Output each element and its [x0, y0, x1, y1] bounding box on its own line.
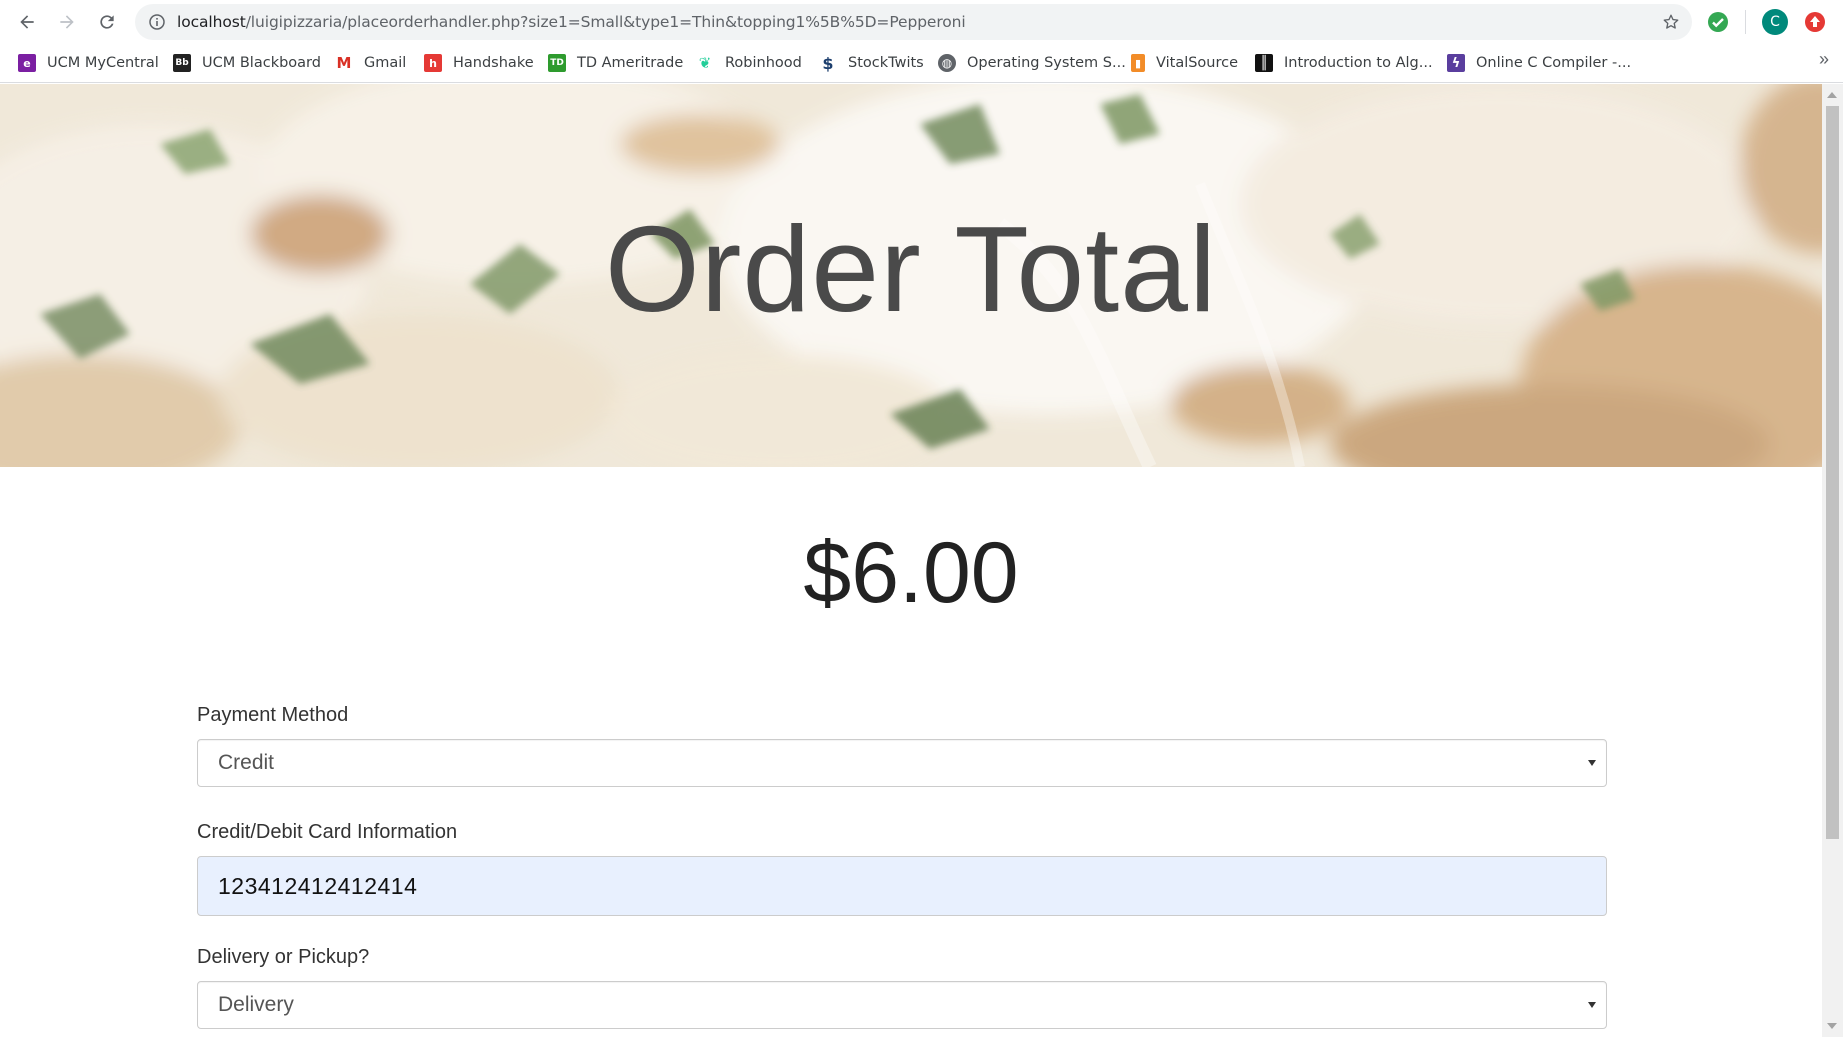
- hero-banner: Order Total: [0, 84, 1822, 467]
- bookmark-label: Online C Compiler -...: [1476, 55, 1632, 71]
- order-total-amount: $6.00: [803, 525, 1019, 621]
- bookmark-label: Introduction to Alg...: [1284, 55, 1433, 71]
- page-scrollbar[interactable]: [1822, 84, 1843, 1037]
- card-info-group: Credit/Debit Card Information 1234124124…: [197, 821, 1607, 916]
- delivery-option-value: Delivery: [218, 993, 294, 1016]
- bookmark-label: StockTwits: [848, 55, 924, 71]
- barcode-icon: ║: [1255, 54, 1273, 72]
- reload-icon: [100, 15, 114, 29]
- back-button[interactable]: [9, 6, 45, 38]
- bookmark-ucm-blackboard[interactable]: Bb UCM Blackboard: [173, 51, 321, 75]
- td-icon: TD: [548, 54, 566, 72]
- bookmark-star-icon[interactable]: [1662, 13, 1680, 31]
- bookmarks-bar: e UCM MyCentral Bb UCM Blackboard M Gmai…: [0, 43, 1843, 83]
- delivery-option-group: Delivery or Pickup? Delivery: [197, 946, 1607, 1029]
- bookmark-stocktwits[interactable]: $ StockTwits: [819, 51, 924, 75]
- payment-method-select[interactable]: Credit: [197, 739, 1607, 787]
- bookmark-label: Handshake: [453, 55, 534, 71]
- profile-avatar[interactable]: C: [1762, 9, 1788, 35]
- browser-toolbar: localhost/luigipizzaria/placeorderhandle…: [0, 0, 1843, 43]
- ucm-icon: e: [18, 54, 36, 72]
- delivery-option-label: Delivery or Pickup?: [197, 946, 370, 968]
- bookmark-ucm-mycentral[interactable]: e UCM MyCentral: [18, 51, 159, 75]
- payment-method-value: Credit: [218, 751, 275, 774]
- extension-alert-icon[interactable]: [1804, 11, 1826, 33]
- handshake-icon: h: [424, 54, 442, 72]
- reload-button[interactable]: [89, 6, 125, 38]
- bookmark-gmail[interactable]: M Gmail: [335, 51, 406, 75]
- bookmark-handshake[interactable]: h Handshake: [424, 51, 534, 75]
- bookmark-introduction-algorithms[interactable]: ║ Introduction to Alg...: [1255, 51, 1433, 75]
- vitalsource-icon: ▮: [1131, 54, 1145, 72]
- gmail-icon: M: [335, 54, 353, 72]
- forward-button[interactable]: [49, 6, 85, 38]
- card-number-input[interactable]: 123412412412414: [197, 856, 1607, 916]
- bookmarks-overflow-button[interactable]: »: [1819, 49, 1829, 70]
- bookmark-label: Operating System S...: [967, 55, 1126, 71]
- bookmark-label: UCM MyCentral: [47, 55, 159, 71]
- chevron-down-icon: [1588, 760, 1596, 766]
- card-number-value: 123412412412414: [218, 872, 418, 899]
- blackboard-icon: Bb: [173, 54, 191, 72]
- bookmark-label: TD Ameritrade: [577, 55, 684, 71]
- payment-method-label: Payment Method: [197, 704, 349, 726]
- address-bar[interactable]: localhost/luigipizzaria/placeorderhandle…: [135, 4, 1692, 40]
- chevron-down-icon: [1588, 1002, 1596, 1008]
- bookmark-label: UCM Blackboard: [202, 55, 321, 71]
- bookmark-operating-system[interactable]: ◍ Operating System S...: [938, 51, 1126, 75]
- bookmark-label: VitalSource: [1156, 55, 1239, 71]
- scroll-up-icon[interactable]: [1827, 92, 1837, 98]
- compiler-icon: ϟ: [1447, 54, 1465, 72]
- arrow-right-icon: [60, 15, 74, 29]
- arrow-left-icon: [20, 15, 34, 29]
- delivery-option-select[interactable]: Delivery: [197, 981, 1607, 1029]
- stocktwits-icon: $: [819, 54, 837, 73]
- payment-method-group: Payment Method Credit: [197, 704, 1607, 787]
- bookmark-label: Robinhood: [725, 55, 802, 71]
- bookmark-label: Gmail: [364, 55, 407, 71]
- scroll-thumb[interactable]: [1826, 106, 1839, 839]
- bookmark-td-ameritrade[interactable]: TD TD Ameritrade: [548, 51, 683, 75]
- bookmark-online-c-compiler[interactable]: ϟ Online C Compiler -...: [1447, 51, 1631, 75]
- globe-icon: ◍: [938, 54, 956, 72]
- robinhood-icon: ❦: [696, 54, 714, 72]
- bookmark-vitalsource[interactable]: ▮ VitalSource: [1131, 51, 1238, 75]
- toolbar-divider: [1745, 10, 1746, 34]
- bookmark-robinhood[interactable]: ❦ Robinhood: [696, 51, 802, 75]
- page-viewport: Order Total $6.00 Payment Method Credit …: [0, 84, 1822, 1037]
- checkout-form: Payment Method Credit Credit/Debit Card …: [197, 704, 1607, 1037]
- card-info-label: Credit/Debit Card Information: [197, 821, 458, 843]
- page-title: Order Total: [604, 201, 1218, 337]
- scroll-down-icon[interactable]: [1827, 1023, 1837, 1029]
- url-text[interactable]: localhost/luigipizzaria/placeorderhandle…: [177, 13, 966, 31]
- extension-check-icon[interactable]: [1707, 11, 1729, 33]
- info-icon[interactable]: [149, 14, 165, 30]
